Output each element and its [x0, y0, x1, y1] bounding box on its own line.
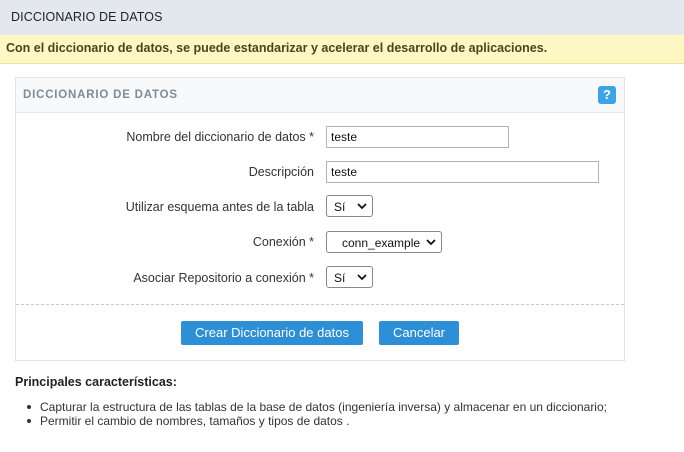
notice-text: Con el diccionario de datos, se puede es… [6, 41, 548, 55]
repositorio-value: Sí [334, 271, 346, 285]
conexion-select[interactable]: conn_example [326, 231, 442, 253]
conexion-value: conn_example [342, 236, 421, 250]
esquema-label: Utilizar esquema antes de la tabla [125, 200, 314, 214]
bullet-icon [27, 419, 31, 423]
repositorio-label: Asociar Repositorio a conexión * [133, 271, 314, 285]
help-icon[interactable]: ? [598, 86, 616, 104]
form-panel: DICCIONARIO DE DATOS ? Nombre del diccio… [15, 77, 625, 361]
form-divider [16, 304, 624, 305]
repositorio-select[interactable]: Sí [326, 266, 373, 288]
page-title: DICCIONARIO DE DATOS [11, 10, 163, 24]
conexion-label: Conexión * [252, 235, 314, 249]
descripcion-input[interactable] [326, 161, 599, 183]
panel-header: DICCIONARIO DE DATOS ? [16, 78, 624, 113]
chevron-down-icon [357, 274, 367, 281]
page-header: DICCIONARIO DE DATOS [0, 0, 684, 36]
chevron-down-icon [426, 239, 436, 246]
esquema-select[interactable]: Sí [326, 195, 373, 217]
features-title: Principales características: [15, 375, 177, 389]
chevron-down-icon [357, 203, 367, 210]
nombre-input[interactable] [326, 126, 509, 148]
descripcion-label: Descripción [248, 165, 314, 179]
nombre-label: Nombre del diccionario de datos * [126, 130, 314, 144]
list-item: Capturar la estructura de las tablas de … [27, 400, 607, 414]
list-item: Permitir el cambio de nombres, tamaños y… [27, 414, 607, 428]
info-notice: Con el diccionario de datos, se puede es… [0, 35, 684, 64]
cancel-button[interactable]: Cancelar [379, 321, 459, 345]
create-dictionary-button[interactable]: Crear Diccionario de datos [181, 321, 363, 345]
feature-text: Permitir el cambio de nombres, tamaños y… [40, 414, 350, 428]
panel-title: DICCIONARIO DE DATOS [23, 89, 178, 101]
feature-text: Capturar la estructura de las tablas de … [40, 400, 607, 414]
bullet-icon [27, 405, 31, 409]
features-list: Capturar la estructura de las tablas de … [27, 400, 607, 428]
esquema-value: Sí [334, 200, 346, 214]
